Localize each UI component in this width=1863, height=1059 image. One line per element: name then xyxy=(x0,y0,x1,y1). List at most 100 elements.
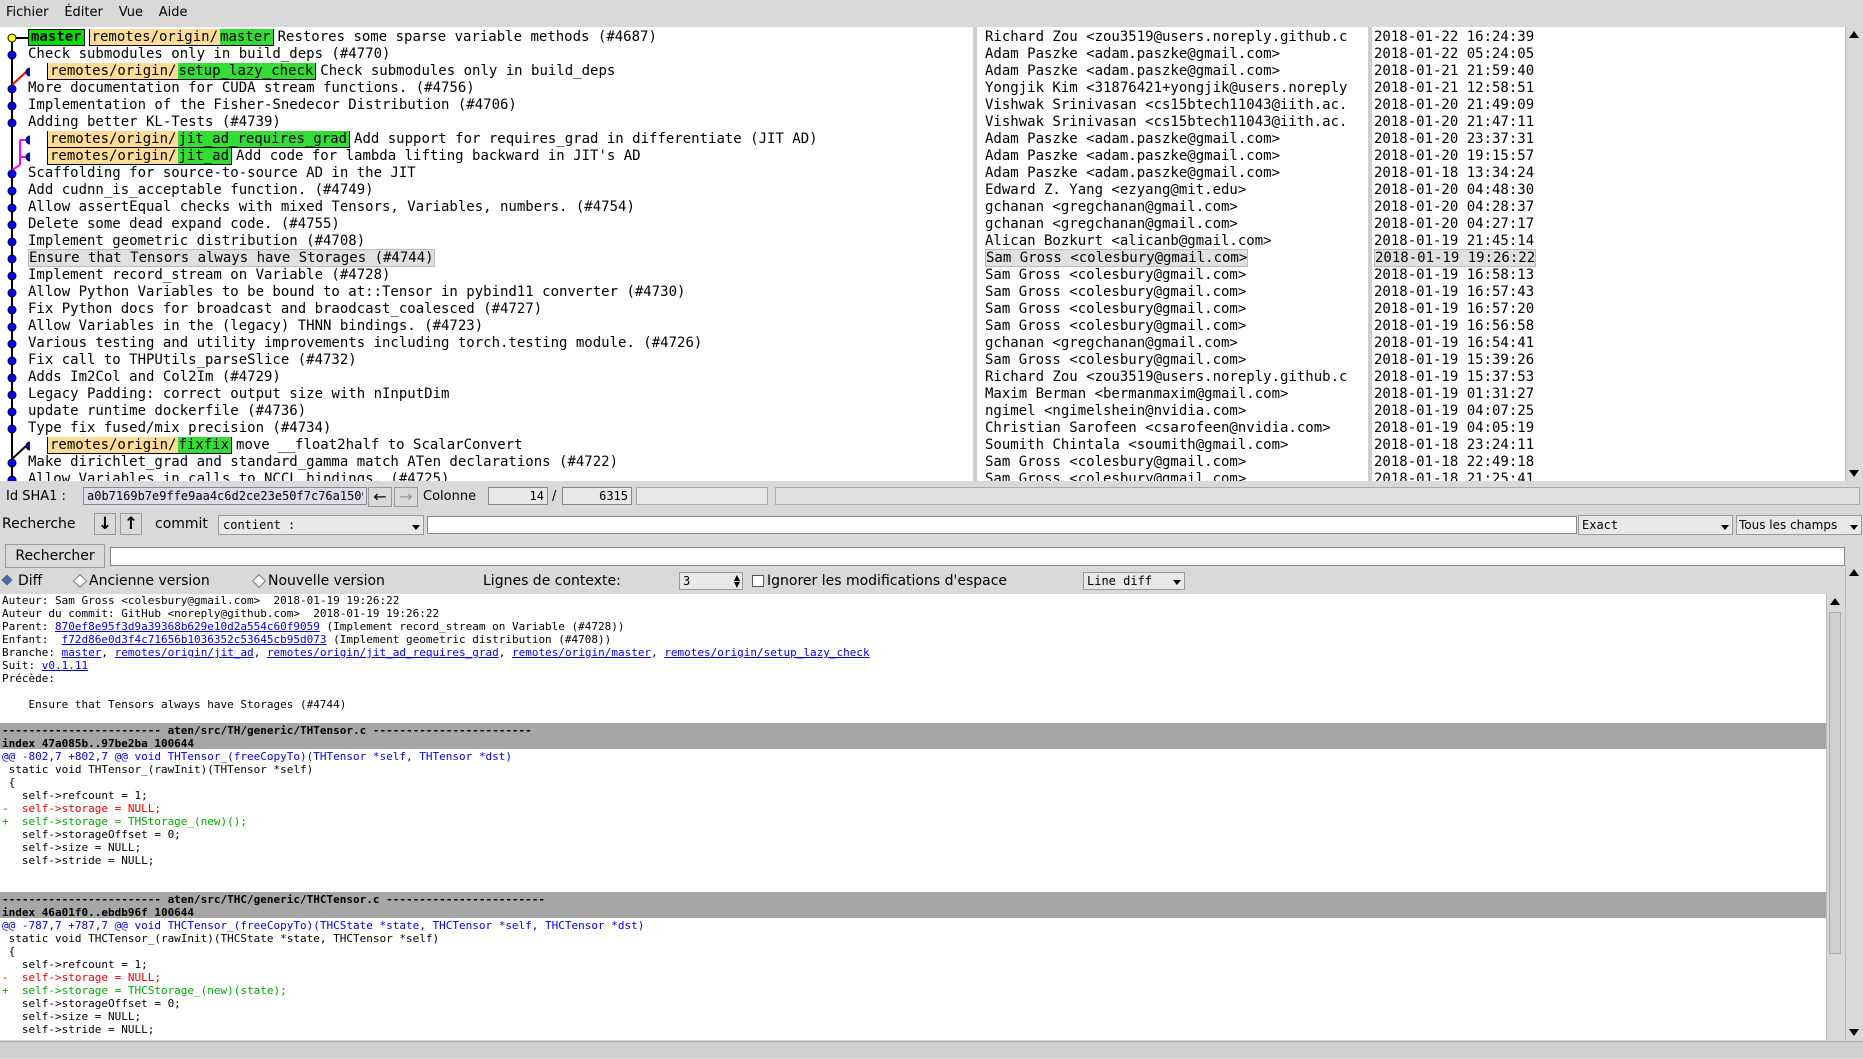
commit-row[interactable]: Scaffolding for source-to-source AD in t… xyxy=(28,165,416,182)
commit-dot[interactable] xyxy=(7,203,17,213)
commit-author[interactable]: Richard Zou <zou3519@users.noreply.githu… xyxy=(985,369,1347,386)
commit-row[interactable]: Adds Im2Col and Col2Im (#4729) xyxy=(28,369,281,386)
commit-date[interactable]: 2018-01-19 15:37:53 xyxy=(1374,369,1534,386)
menu-aide[interactable]: Aide xyxy=(153,0,194,20)
commit-dot[interactable] xyxy=(7,339,17,349)
commit-author[interactable]: Sam Gross <colesbury@gmail.com> xyxy=(985,352,1246,369)
commit-dot[interactable] xyxy=(25,441,30,451)
row-number[interactable] xyxy=(488,487,548,505)
radio-diff-icon[interactable] xyxy=(1,574,13,586)
radio-diff-label[interactable]: Diff xyxy=(18,573,42,589)
parent-link[interactable]: 870ef8e95f3d9a39368b629e10d2a554c60f9059 xyxy=(55,620,320,633)
commit-author[interactable]: Sam Gross <colesbury@gmail.com> xyxy=(985,267,1246,284)
commit-row[interactable]: Make dirichlet_grad and standard_gamma m… xyxy=(28,454,618,471)
spin-arrows-icon[interactable]: ▲ ▼ xyxy=(734,574,740,589)
commit-dot[interactable] xyxy=(25,152,30,162)
commit-dot[interactable] xyxy=(7,169,17,179)
menu-vue[interactable]: Vue xyxy=(113,0,149,20)
commit-dot[interactable] xyxy=(7,118,17,128)
commit-dot[interactable] xyxy=(7,186,17,196)
commit-dot[interactable] xyxy=(7,390,17,400)
commit-dot[interactable] xyxy=(7,424,17,434)
branch-link[interactable]: remotes/origin/jit_ad xyxy=(115,646,254,659)
commit-author[interactable]: Yongjik Kim <31876421+yongjik@users.nore… xyxy=(985,80,1347,97)
commit-date[interactable]: 2018-01-20 04:27:17 xyxy=(1374,216,1534,233)
branch-link[interactable]: remotes/origin/jit_ad_requires_grad xyxy=(267,646,499,659)
commit-date[interactable]: 2018-01-19 16:54:41 xyxy=(1374,335,1534,352)
commit-date[interactable]: 2018-01-20 04:48:30 xyxy=(1374,182,1534,199)
commit-row[interactable]: remotes/origin/fixfix move __float2half t… xyxy=(47,437,523,454)
commit-author[interactable]: Adam Paszke <adam.paszke@gmail.com> xyxy=(985,148,1280,165)
search-down-button[interactable]: ↓ xyxy=(94,513,116,535)
remote-branch-tag[interactable]: remotes/origin/master xyxy=(88,29,274,46)
commit-row[interactable]: Check submodules only in build_deps (#47… xyxy=(28,46,390,63)
commit-dot[interactable] xyxy=(7,101,17,111)
commit-author[interactable]: Sam Gross <colesbury@gmail.com> xyxy=(985,471,1246,481)
commit-author[interactable]: Adam Paszke <adam.paszke@gmail.com> xyxy=(985,63,1280,80)
commit-row[interactable]: Allow Variables in calls to NCCL binding… xyxy=(28,471,449,481)
commit-row[interactable]: update runtime dockerfile (#4736) xyxy=(28,403,306,420)
commit-author[interactable]: gchanan <gregchanan@gmail.com> xyxy=(985,216,1238,233)
commit-row[interactable]: Allow Variables in the (legacy) THNN bin… xyxy=(28,318,483,335)
ignore-whitespace-checkbox[interactable] xyxy=(752,575,764,587)
right-scrollbar[interactable] xyxy=(1845,565,1863,1040)
commit-dot[interactable] xyxy=(7,220,17,230)
commit-author[interactable]: Sam Gross <colesbury@gmail.com> xyxy=(985,318,1246,335)
commit-date[interactable]: 2018-01-19 16:58:13 xyxy=(1374,267,1534,284)
find-button[interactable]: Rechercher xyxy=(5,544,105,568)
commit-author[interactable]: Adam Paszke <adam.paszke@gmail.com> xyxy=(985,131,1280,148)
branch-tag[interactable]: master xyxy=(28,29,85,46)
commit-date[interactable]: 2018-01-19 15:39:26 xyxy=(1374,352,1534,369)
commit-date[interactable]: 2018-01-21 12:58:51 xyxy=(1374,80,1534,97)
commit-row[interactable]: Fix Python docs for broadcast and braodc… xyxy=(28,301,542,318)
commit-date[interactable]: 2018-01-19 04:07:25 xyxy=(1374,403,1534,420)
commit-graph-pane[interactable]: master remotes/origin/master Restores some… xyxy=(0,27,973,481)
horizontal-scrollbar[interactable] xyxy=(0,1041,1863,1058)
commit-date[interactable]: 2018-01-22 05:24:05 xyxy=(1374,46,1534,63)
commit-dot[interactable] xyxy=(7,271,17,281)
commit-row[interactable]: Adding better KL-Tests (#4739) xyxy=(28,114,281,131)
commit-date[interactable]: 2018-01-19 16:57:20 xyxy=(1374,301,1534,318)
commit-author[interactable]: Sam Gross <colesbury@gmail.com> xyxy=(985,454,1246,471)
radio-old-label[interactable]: Ancienne version xyxy=(89,573,210,589)
commit-row[interactable]: Various testing and utility improvements… xyxy=(28,335,702,352)
diff-mode-select[interactable]: Line diff xyxy=(1083,572,1185,590)
context-lines-spinbox[interactable]: 3 ▲ ▼ xyxy=(679,572,743,590)
commit-date[interactable]: 2018-01-20 21:49:09 xyxy=(1374,97,1534,114)
commit-author[interactable]: Richard Zou <zou3519@users.noreply.githu… xyxy=(985,29,1347,46)
author-pane[interactable]: Richard Zou <zou3519@users.noreply.githu… xyxy=(977,27,1368,481)
commit-author[interactable]: gchanan <gregchanan@gmail.com> xyxy=(985,335,1238,352)
menu-fichier[interactable]: Fichier xyxy=(0,0,55,20)
commit-dot[interactable] xyxy=(25,67,30,77)
commit-date[interactable]: 2018-01-22 16:24:39 xyxy=(1374,29,1534,46)
commit-author[interactable]: Alican Bozkurt <alicanb@gmail.com> xyxy=(985,233,1272,250)
commit-dot[interactable] xyxy=(7,322,17,332)
commit-date[interactable]: 2018-01-18 22:49:18 xyxy=(1374,454,1534,471)
commit-author[interactable]: Sam Gross <colesbury@gmail.com> xyxy=(985,301,1246,318)
sha-input[interactable] xyxy=(83,487,367,505)
branch-link[interactable]: master xyxy=(62,646,102,659)
commit-author[interactable]: Adam Paszke <adam.paszke@gmail.com> xyxy=(985,46,1280,63)
commit-author[interactable]: Sam Gross <colesbury@gmail.com> xyxy=(985,284,1246,301)
commit-dot[interactable] xyxy=(7,373,17,383)
commit-author[interactable]: Maxim Berman <bermanmaxim@gmail.com> xyxy=(985,386,1288,403)
search-up-button[interactable]: ↑ xyxy=(120,513,142,535)
remote-branch-tag[interactable]: remotes/origin/jit_ad xyxy=(47,148,233,165)
diff-scrollbar[interactable] xyxy=(1826,594,1843,1040)
commit-row[interactable]: Allow assertEqual checks with mixed Tens… xyxy=(28,199,635,216)
commit-dot[interactable] xyxy=(7,288,17,298)
scroll-down-arrow-icon[interactable] xyxy=(1849,1029,1859,1036)
branch-link[interactable]: remotes/origin/master xyxy=(512,646,651,659)
commit-date[interactable]: 2018-01-18 23:24:11 xyxy=(1374,437,1534,454)
commit-dot[interactable] xyxy=(7,254,17,264)
scroll-thumb[interactable] xyxy=(1829,612,1841,954)
commit-dot[interactable] xyxy=(7,407,17,417)
commit-date[interactable]: 2018-01-18 21:25:41 xyxy=(1374,471,1534,481)
scroll-up-arrow-icon[interactable] xyxy=(1849,569,1859,576)
commit-date[interactable]: 2018-01-20 23:37:31 xyxy=(1374,131,1534,148)
commit-row[interactable]: Legacy Padding: correct output size with… xyxy=(28,386,449,403)
commit-dot[interactable] xyxy=(7,33,17,43)
child-link[interactable]: f72d86e0d3f4c71656b1036352c53645cb95d073 xyxy=(62,633,327,646)
ignore-whitespace-label[interactable]: Ignorer les modifications d'espace xyxy=(767,573,1007,589)
commit-row[interactable]: remotes/origin/setup_lazy_check Check sub… xyxy=(47,63,615,80)
